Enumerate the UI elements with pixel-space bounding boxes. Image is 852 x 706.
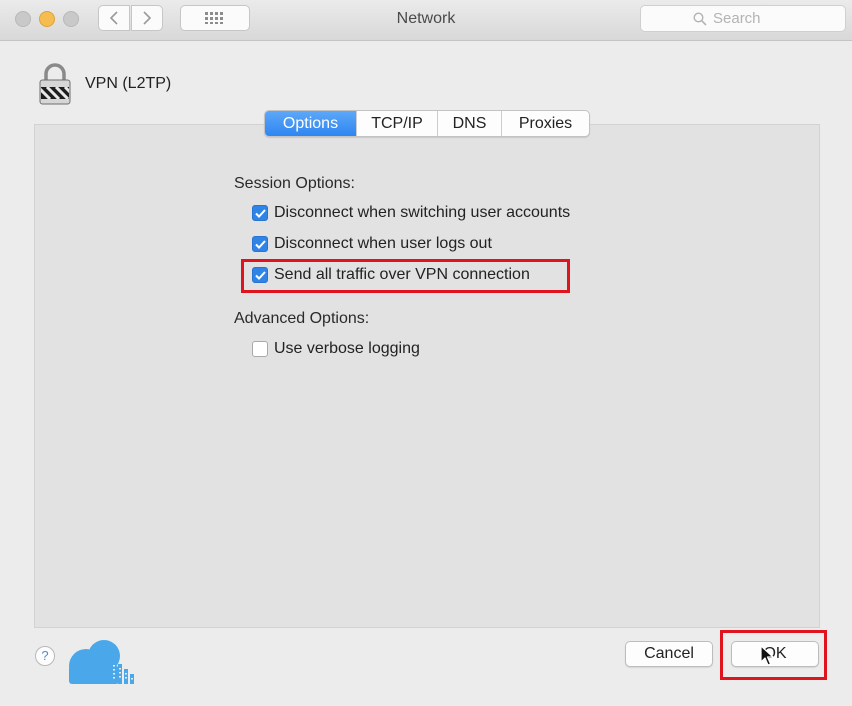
cancel-button[interactable]: Cancel [625,641,713,667]
tab-dns[interactable]: DNS [438,111,502,136]
verbose-logging-label: Use verbose logging [274,340,420,357]
disconnect-logout-checkbox[interactable] [252,236,268,252]
disconnect-logout-label: Disconnect when user logs out [274,235,492,252]
verbose-logging-checkbox[interactable] [252,341,268,357]
checkmark-icon [254,208,266,218]
cloud-logo-icon [69,640,134,684]
search-field[interactable]: Search [640,5,846,32]
title-bar: Network Search [0,0,852,41]
mouse-pointer-icon [760,645,774,666]
tab-proxies[interactable]: Proxies [502,111,589,136]
disconnect-logout-option[interactable]: Disconnect when user logs out [252,235,492,253]
advanced-options-heading: Advanced Options: [234,310,370,327]
options-panel [34,124,820,628]
connection-name: VPN (L2TP) [85,75,172,92]
disconnect-switching-users-option[interactable]: Disconnect when switching user accounts [252,204,570,222]
session-options-heading: Session Options: [234,175,355,192]
checkmark-icon [254,239,266,249]
search-placeholder: Search [713,10,761,27]
help-button[interactable]: ? [35,646,55,666]
verbose-logging-option[interactable]: Use verbose logging [252,340,420,358]
search-icon [693,11,707,26]
tab-bar: Options TCP/IP DNS Proxies [264,110,590,137]
padlock-icon [39,63,71,105]
disconnect-switching-users-label: Disconnect when switching user accounts [274,204,571,221]
tab-options[interactable]: Options [265,111,357,136]
tab-tcp-ip[interactable]: TCP/IP [357,111,438,136]
disconnect-switching-users-checkbox[interactable] [252,205,268,221]
send-all-traffic-highlight [241,259,570,293]
